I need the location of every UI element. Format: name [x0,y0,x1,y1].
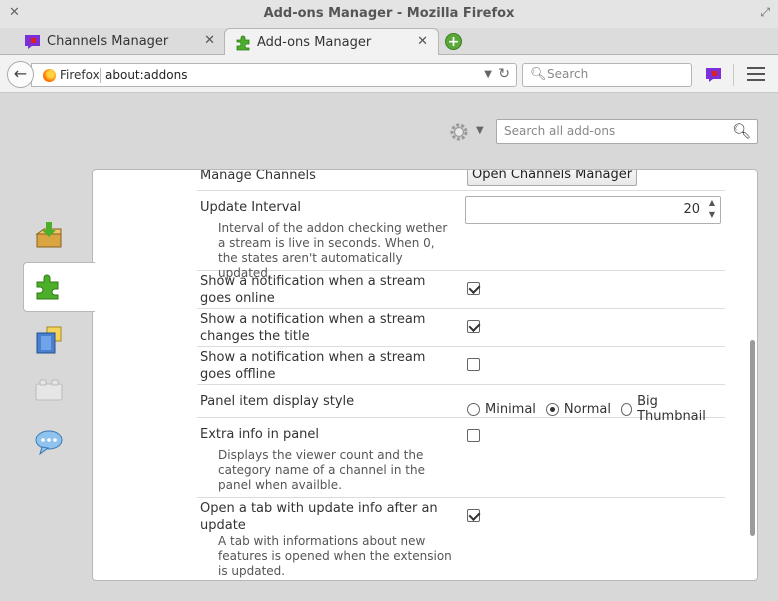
identity-label: Firefox [60,68,100,82]
setting-notify-title: Show a notification when a stream change… [197,309,725,347]
window-title: Add-ons Manager - Mozilla Firefox [263,6,515,21]
addon-search-box[interactable]: 🔍︎ [496,119,758,144]
tab-label: Channels Manager [47,34,169,49]
category-services[interactable] [24,418,94,468]
addons-content: ▼ 🔍︎ [0,94,778,601]
appearance-icon [36,326,62,354]
tab-addons-manager[interactable]: Add-ons Manager ✕ [224,28,439,56]
notify-offline-checkbox[interactable] [467,358,480,371]
update-interval-value[interactable]: 20 [683,202,700,217]
setting-description: Displays the viewer count and the catego… [218,448,425,492]
setting-label: Panel item display style [200,394,355,409]
navigation-bar: Firefox about:addons ▼ ↻ ← 🔍︎ [0,55,778,93]
category-appearance[interactable] [24,316,94,366]
radio-dot[interactable] [467,402,480,416]
setting-label: Show a notification when a stream goes o… [200,274,426,306]
setting-label: Show a notification when a stream change… [200,312,426,344]
setting-label: Extra info in panel [200,427,320,442]
setting-extra-info: Extra info in panel Displays the viewer … [197,418,725,498]
hamburger-menu-icon[interactable] [747,67,765,81]
notify-title-checkbox[interactable] [467,320,480,333]
download-box-icon [35,222,62,248]
search-bar[interactable]: 🔍︎ [522,63,692,87]
tab-strip: Channels Manager ✕ Add-ons Manager ✕ + [0,28,778,56]
scrollbar-thumb[interactable] [750,340,755,536]
update-tab-checkbox[interactable] [467,509,480,522]
radio-normal[interactable]: Normal [545,401,611,417]
url-dropdown-icon[interactable]: ▼ [484,69,492,80]
tab-close-icon[interactable]: ✕ [417,34,428,49]
back-arrow-icon: ← [13,64,28,83]
category-extensions[interactable] [23,262,95,312]
setting-description: A tab with informations about new featur… [218,534,452,578]
radio-dot[interactable] [620,402,633,416]
url-separator [100,68,101,83]
setting-notify-offline: Show a notification when a stream goes o… [197,347,725,385]
search-icon: 🔍︎ [530,67,547,82]
back-button[interactable]: ← [7,61,34,88]
gear-dropdown-icon[interactable]: ▼ [476,125,484,136]
tab-close-icon[interactable]: ✕ [204,33,215,48]
radio-label: Normal [563,401,611,417]
tab-channels-manager[interactable]: Channels Manager ✕ [0,28,225,55]
toolbar-divider [733,64,734,86]
update-interval-input[interactable]: 20 ▲ ▼ [465,196,721,224]
setting-label: Show a notification when a stream goes o… [200,350,426,382]
category-get-addons[interactable] [24,211,94,261]
gear-icon[interactable] [449,122,469,142]
tab-label: Add-ons Manager [257,35,372,50]
setting-label: Update Interval [200,200,301,215]
notify-online-checkbox[interactable] [467,282,480,295]
setting-label: Manage Channels [200,169,316,183]
setting-display-style: Panel item display style Minimal Normal … [197,385,725,424]
url-text[interactable]: about:addons [105,68,187,82]
setting-update-interval: Update Interval Interval of the addon ch… [197,191,725,280]
radio-dot[interactable] [545,402,559,416]
puzzle-icon [36,274,59,300]
channels-manager-icon [25,35,40,49]
firefox-icon [43,69,56,82]
radio-label: Minimal [485,401,536,417]
setting-manage-channels: Manage Channels Open Channels Manager [197,169,725,191]
chat-bubble-icon [35,430,63,456]
addon-settings-panel: Manage Channels Open Channels Manager Up… [92,169,758,581]
plugin-block-icon [35,379,63,401]
radio-minimal[interactable]: Minimal [467,402,536,417]
reload-icon[interactable]: ↻ [498,66,510,82]
title-bar: ✕ Add-ons Manager - Mozilla Firefox ⤢ [0,0,778,28]
search-icon[interactable]: 🔍︎ [732,122,751,140]
extra-info-checkbox[interactable] [467,429,480,442]
url-bar[interactable]: Firefox about:addons ▼ ↻ [31,63,517,87]
number-spinner[interactable]: ▲ ▼ [706,197,718,221]
category-plugins[interactable] [24,366,94,416]
maximize-icon[interactable]: ⤢ [760,5,770,20]
search-input[interactable] [547,67,687,81]
setting-label: Open a tab with update info after an upd… [200,501,438,533]
setting-update-tab: Open a tab with update info after an upd… [197,498,725,578]
puzzle-icon [236,35,250,51]
setting-notify-online: Show a notification when a stream goes o… [197,271,725,309]
new-tab-button[interactable]: + [445,33,462,50]
open-channels-manager-button[interactable]: Open Channels Manager [467,170,638,186]
channels-manager-toolbar-icon[interactable] [705,67,722,83]
addon-search-input[interactable] [504,124,729,138]
